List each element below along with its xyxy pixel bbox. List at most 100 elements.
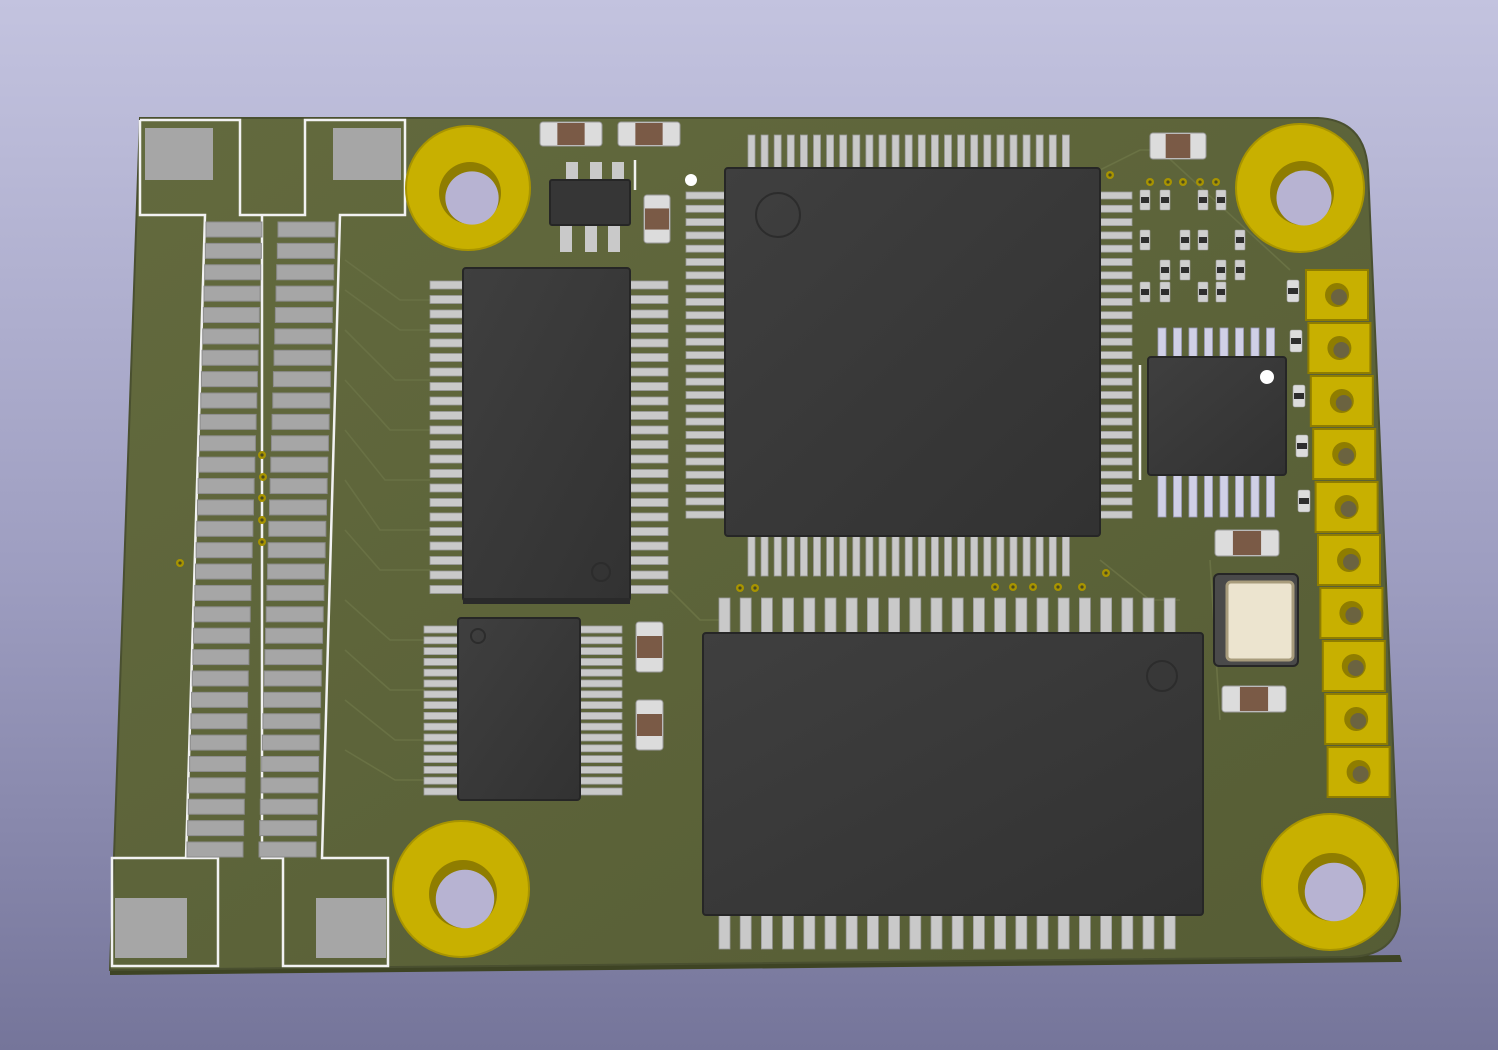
ic-pin: [423, 787, 460, 796]
ic-pin: [1121, 914, 1134, 950]
ic-pin: [579, 690, 623, 699]
ic-pin: [786, 535, 795, 577]
edge-pad: [267, 563, 326, 580]
edge-pad: [270, 435, 329, 452]
ic-pin: [629, 280, 669, 290]
ic-pin: [429, 454, 465, 464]
ic-pin: [685, 311, 726, 320]
ic-pin: [813, 535, 821, 577]
edge-pad: [260, 777, 319, 794]
edge-pad: [194, 584, 252, 601]
ic-pin: [685, 430, 726, 439]
edge-pad: [271, 413, 330, 430]
ic-pin: [629, 527, 669, 536]
ic-pin: [423, 679, 460, 688]
edge-pad: [270, 456, 329, 473]
ic-pin: [951, 597, 964, 634]
edge-pad: [205, 221, 263, 238]
ic-pin: [1099, 497, 1133, 506]
ic-pin: [782, 914, 794, 950]
ic-pin: [685, 204, 726, 213]
ic-pin: [1142, 914, 1155, 950]
ic-pin: [423, 722, 460, 731]
ic-pin: [904, 134, 913, 169]
ic-pin: [629, 440, 669, 449]
via-hole: [260, 453, 264, 457]
smd-body: [1199, 237, 1207, 243]
header-hole: [1345, 607, 1362, 623]
smd-body: [1297, 443, 1307, 449]
ic-pin: [423, 658, 460, 666]
edge-pad: [198, 456, 256, 473]
ic-pin: [629, 570, 669, 580]
ic-pin: [845, 597, 858, 634]
edge-pad: [203, 285, 261, 302]
ic-pin: [760, 134, 769, 169]
ic-pin: [1142, 597, 1155, 634]
ic-pin: [1036, 914, 1049, 950]
ic-pin: [826, 535, 834, 577]
ic-pin: [423, 744, 460, 753]
via-hole: [178, 561, 182, 565]
header-hole: [1347, 660, 1364, 676]
ic-pin: [629, 454, 669, 464]
edge-pad-big-tr: [333, 128, 401, 180]
ic-pin: [824, 914, 837, 950]
edge-pad: [202, 328, 260, 345]
ic-pin: [865, 134, 874, 169]
ic-pin: [629, 295, 669, 304]
edge-pad: [202, 307, 260, 324]
passive-body: [1165, 134, 1191, 158]
ic-pin: [1015, 597, 1028, 634]
ic-pin: [813, 134, 821, 169]
ic-pin: [579, 679, 623, 688]
ic-pin: [429, 556, 465, 565]
ic-pin: [1250, 327, 1260, 359]
edge-pad: [191, 670, 249, 687]
ic-pin: [1099, 231, 1133, 240]
ic-pin: [1163, 914, 1176, 950]
edge-pad: [267, 542, 326, 559]
ic-pin: [1099, 430, 1133, 439]
edge-pad: [258, 841, 317, 858]
edge-pad: [272, 371, 331, 388]
ic-pin: [867, 597, 879, 634]
passive-body: [637, 714, 662, 736]
edge-pad: [191, 691, 249, 708]
ic-pin: [685, 191, 726, 200]
passive-body: [557, 123, 585, 145]
smd-body: [1291, 338, 1301, 344]
edge-pad: [274, 328, 333, 345]
edge-pad: [276, 242, 335, 259]
edge-pad: [262, 713, 321, 730]
ic-pin: [1062, 134, 1070, 169]
ic-pin: [1099, 284, 1133, 293]
edge-pad: [261, 734, 320, 751]
ic-pin: [1099, 377, 1133, 386]
ic-pin: [579, 625, 623, 634]
ic-pin: [579, 744, 623, 753]
ic-pin: [824, 597, 837, 634]
ic-pin: [826, 134, 834, 169]
header-hole: [1338, 448, 1355, 464]
via-hole: [1056, 585, 1060, 589]
via-hole: [1166, 180, 1170, 184]
ic-pin: [629, 541, 669, 551]
crystal: [1213, 573, 1299, 667]
via-hole: [260, 496, 264, 500]
ic-pin: [1079, 597, 1091, 634]
via-hole: [1011, 585, 1015, 589]
ic-pin: [629, 556, 669, 565]
ic-pin: [429, 512, 465, 522]
via-hole: [1214, 180, 1218, 184]
edge-pad-big-br: [316, 898, 386, 958]
smd-body: [1161, 289, 1169, 295]
ic-pin: [1100, 597, 1112, 634]
passive-body: [637, 636, 662, 658]
smd-body: [1236, 237, 1244, 243]
ic-pin: [1266, 474, 1275, 518]
ic-pin: [423, 755, 460, 763]
ic-pin: [951, 914, 964, 950]
ic-pin: [685, 258, 726, 266]
edge-pad: [187, 820, 245, 837]
